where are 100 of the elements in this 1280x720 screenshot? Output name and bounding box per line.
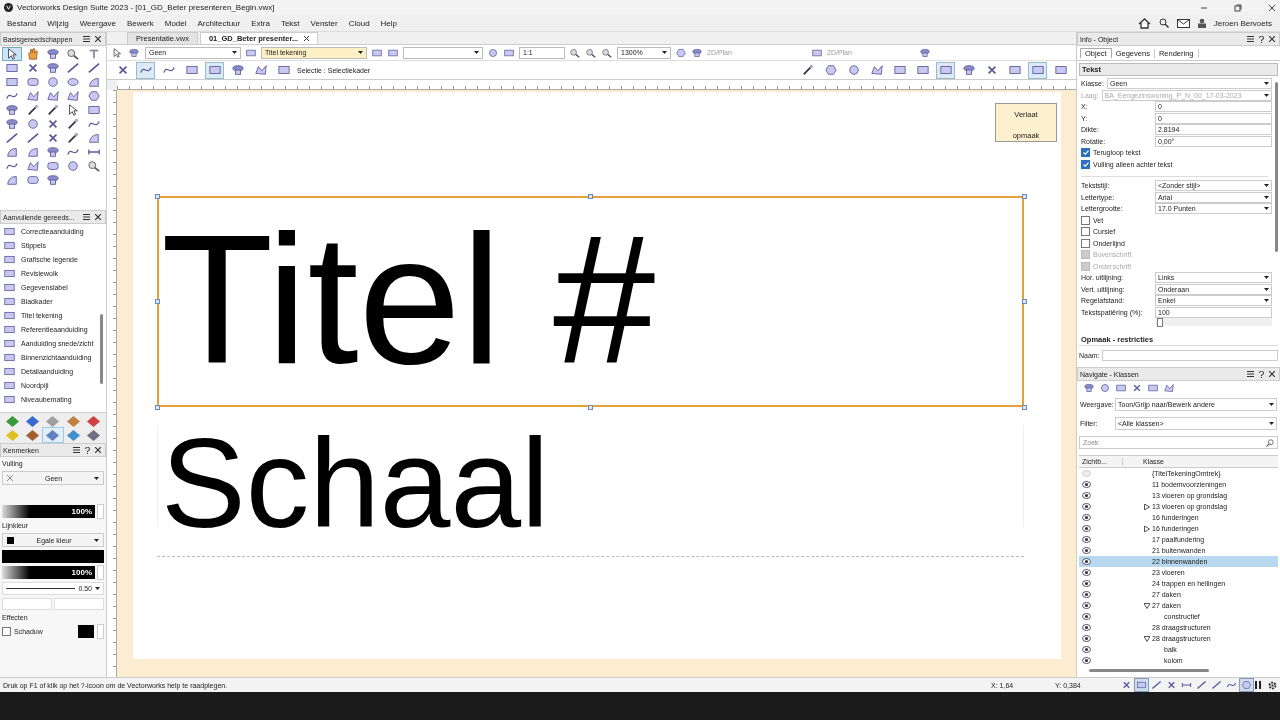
rectangle-icon[interactable] bbox=[1053, 64, 1068, 76]
cross-icon[interactable] bbox=[1131, 383, 1143, 393]
blob-icon[interactable] bbox=[1083, 383, 1095, 393]
close-icon[interactable] bbox=[95, 214, 101, 220]
eye-icon[interactable] bbox=[1082, 557, 1091, 565]
checkbox[interactable] bbox=[1081, 215, 1090, 225]
rectangle-icon[interactable] bbox=[915, 64, 930, 76]
eye-icon[interactable] bbox=[1082, 513, 1091, 521]
expanded-triangle-icon[interactable] bbox=[1144, 635, 1150, 642]
eye-icon[interactable] bbox=[1082, 645, 1091, 653]
menu-item[interactable]: Model bbox=[159, 17, 192, 29]
menu-item[interactable]: Bestand bbox=[2, 17, 42, 29]
zoom-icon[interactable] bbox=[569, 47, 581, 58]
eye-icon[interactable] bbox=[1082, 579, 1091, 587]
polygon-icon[interactable] bbox=[1163, 383, 1175, 393]
checkbox[interactable] bbox=[1081, 227, 1090, 237]
polygon-icon[interactable] bbox=[869, 64, 884, 76]
blob-icon[interactable] bbox=[230, 64, 245, 76]
circle-icon[interactable] bbox=[1099, 383, 1111, 393]
menu-item[interactable]: Help bbox=[375, 17, 403, 29]
menu-icon[interactable] bbox=[73, 447, 80, 453]
close-icon[interactable] bbox=[95, 447, 101, 453]
home-icon[interactable] bbox=[1137, 17, 1151, 29]
eye-icon[interactable] bbox=[1082, 546, 1091, 554]
hexagon-icon[interactable] bbox=[823, 64, 838, 76]
selection-handle[interactable] bbox=[1021, 299, 1027, 304]
snap-button[interactable] bbox=[1149, 678, 1164, 692]
selection-handle[interactable] bbox=[1021, 404, 1027, 410]
polygon-icon[interactable] bbox=[253, 64, 268, 76]
category-button[interactable] bbox=[42, 428, 64, 442]
eye-icon[interactable] bbox=[1082, 634, 1091, 642]
menu-item[interactable]: Bewerk bbox=[122, 17, 159, 29]
text-frame[interactable]: Titel # bbox=[157, 196, 1024, 407]
checkbox[interactable] bbox=[2, 627, 11, 636]
menu-item[interactable]: Venster bbox=[305, 17, 343, 29]
settings-icon[interactable] bbox=[1268, 680, 1277, 690]
selection-handle[interactable] bbox=[154, 193, 160, 199]
slider-thumb[interactable] bbox=[1157, 318, 1164, 327]
snap-button[interactable] bbox=[1194, 678, 1209, 692]
snap-button[interactable] bbox=[1134, 678, 1149, 692]
zoom-icon[interactable] bbox=[585, 47, 597, 58]
scrollbar[interactable] bbox=[1089, 669, 1209, 672]
rectangle-icon[interactable] bbox=[184, 64, 199, 76]
eye-icon[interactable] bbox=[1082, 480, 1091, 488]
zoom-icon[interactable] bbox=[601, 47, 613, 58]
eye-icon[interactable] bbox=[1082, 623, 1091, 631]
selection-handle[interactable] bbox=[1021, 193, 1027, 199]
help-icon[interactable] bbox=[85, 446, 90, 454]
user-name[interactable]: Jeroen Bervoets bbox=[1213, 18, 1272, 28]
help-icon[interactable] bbox=[1259, 370, 1264, 378]
rectangle-icon[interactable] bbox=[276, 64, 291, 76]
selection-handle[interactable] bbox=[588, 404, 593, 410]
eye-icon[interactable] bbox=[1082, 590, 1091, 598]
rectangle-icon[interactable] bbox=[1007, 64, 1022, 76]
opacity-bar[interactable]: 100% bbox=[2, 566, 95, 579]
menu-icon[interactable] bbox=[83, 36, 90, 42]
curve-icon[interactable] bbox=[138, 64, 153, 76]
curve-icon[interactable] bbox=[161, 64, 176, 76]
checkbox[interactable] bbox=[1081, 148, 1090, 158]
mail-icon[interactable] bbox=[1176, 18, 1190, 28]
selection-handle[interactable] bbox=[154, 299, 160, 304]
rectangle-icon[interactable] bbox=[1147, 383, 1159, 393]
scrollbar[interactable] bbox=[100, 314, 103, 384]
wand-icon[interactable] bbox=[800, 64, 815, 76]
close-icon[interactable] bbox=[304, 36, 310, 41]
pause-icon[interactable] bbox=[1254, 681, 1262, 689]
close-icon[interactable] bbox=[1268, 3, 1276, 12]
menu-item[interactable]: Wijzig bbox=[42, 17, 74, 29]
checkbox[interactable] bbox=[1081, 238, 1090, 248]
eye-icon[interactable] bbox=[1082, 524, 1091, 532]
user-icon[interactable] bbox=[1197, 18, 1206, 28]
collapsed-triangle-icon[interactable] bbox=[1144, 503, 1150, 510]
selection-handle[interactable] bbox=[154, 404, 160, 410]
menu-item[interactable]: Weergave bbox=[74, 17, 122, 29]
scrollbar[interactable] bbox=[1275, 82, 1278, 252]
maximize-icon[interactable] bbox=[1234, 3, 1242, 12]
eye-icon[interactable] bbox=[1082, 502, 1091, 510]
input-field[interactable] bbox=[1101, 350, 1278, 361]
eye-icon[interactable] bbox=[1082, 568, 1091, 576]
menu-icon[interactable] bbox=[83, 214, 90, 220]
search-icon[interactable] bbox=[1158, 18, 1169, 28]
expanded-triangle-icon[interactable] bbox=[1144, 602, 1150, 609]
checkbox[interactable] bbox=[1081, 159, 1090, 169]
menu-icon[interactable] bbox=[1247, 371, 1254, 377]
menu-item[interactable]: Cloud bbox=[343, 17, 375, 29]
close-icon[interactable] bbox=[95, 36, 101, 42]
eye-icon[interactable] bbox=[1082, 601, 1091, 609]
menu-item[interactable]: Tekst bbox=[275, 17, 305, 29]
color-swatch[interactable] bbox=[78, 625, 94, 638]
menu-item[interactable]: Extra bbox=[246, 17, 275, 29]
close-icon[interactable] bbox=[1269, 36, 1275, 42]
help-icon[interactable] bbox=[1259, 35, 1264, 43]
rectangle-icon[interactable] bbox=[1115, 383, 1127, 393]
eye-icon[interactable] bbox=[1082, 491, 1091, 499]
rectangle-icon[interactable] bbox=[892, 64, 907, 76]
selection-handle[interactable] bbox=[588, 193, 593, 199]
eye-icon[interactable] bbox=[1082, 612, 1091, 620]
snap-button[interactable] bbox=[1209, 678, 1224, 692]
circle-icon[interactable] bbox=[846, 64, 861, 76]
eye-icon[interactable] bbox=[1082, 535, 1091, 543]
